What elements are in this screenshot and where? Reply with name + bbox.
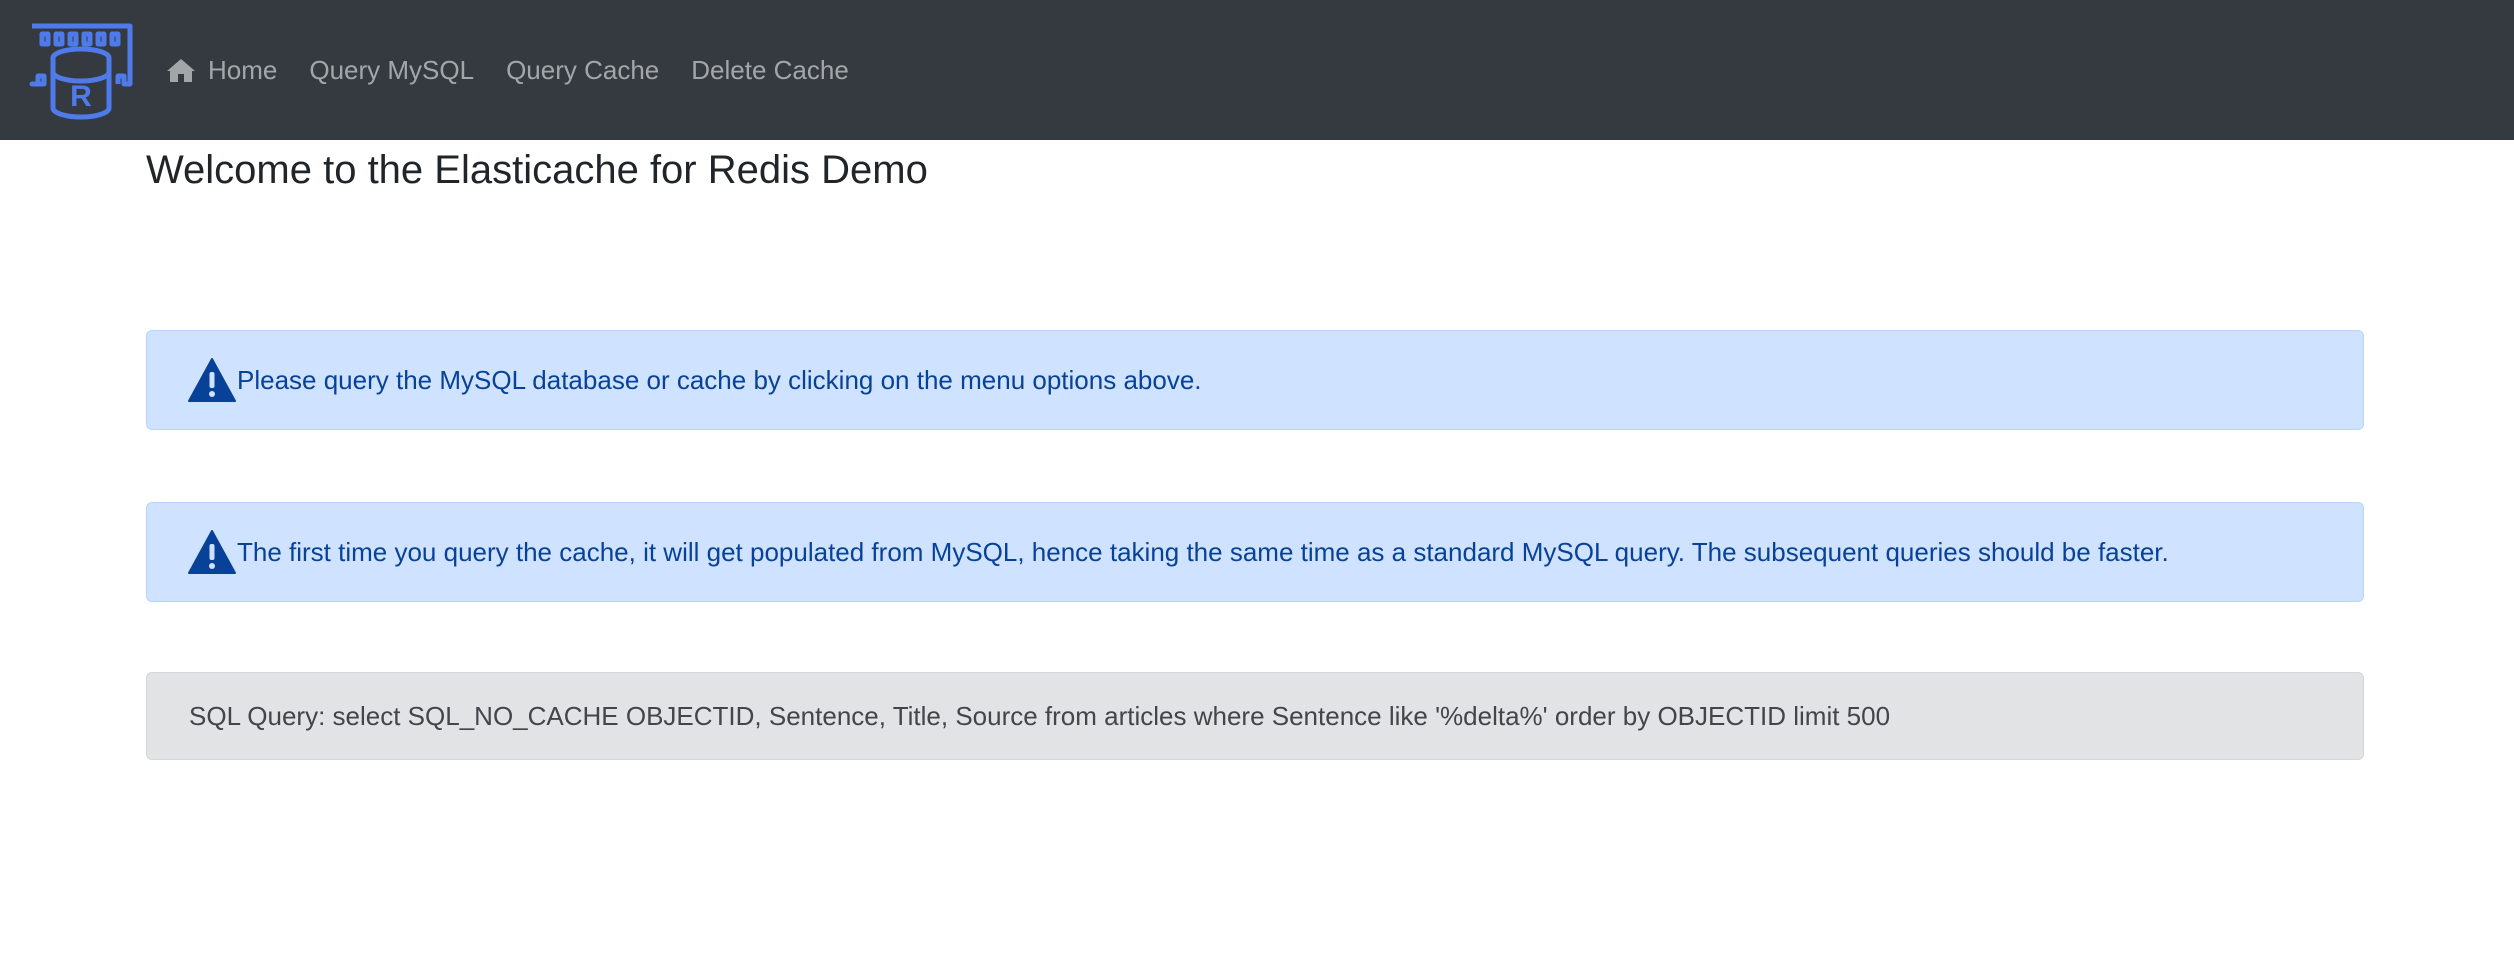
main-nav: Home Query MySQL Query Cache Delete Cach…: [166, 0, 881, 140]
nav-item-label: Delete Cache: [691, 54, 849, 85]
info-alert: The first time you query the cache, it w…: [146, 502, 2364, 602]
nav-item-home[interactable]: Home: [166, 55, 277, 86]
warning-icon: [188, 530, 236, 574]
page-title: Welcome to the Elasticache for Redis Dem…: [146, 148, 928, 192]
info-alert: Please query the MySQL database or cache…: [146, 330, 2364, 430]
redis-database-icon[interactable]: R: [28, 22, 134, 120]
sql-query-box: SQL Query: select SQL_NO_CACHE OBJECTID,…: [146, 672, 2364, 760]
alert-text: The first time you query the cache, it w…: [237, 536, 2169, 567]
alert-text: Please query the MySQL database or cache…: [237, 364, 1202, 395]
warning-icon: [188, 358, 236, 402]
navbar: R Home Query MySQL Query Cache Delete Ca…: [0, 0, 2514, 140]
nav-item-label: Home: [208, 54, 278, 85]
nav-item-label: Query Cache: [506, 54, 660, 85]
nav-item-query-cache[interactable]: Query Cache: [506, 55, 659, 86]
nav-item-query-mysql[interactable]: Query MySQL: [309, 55, 474, 86]
sql-query-text: SQL Query: select SQL_NO_CACHE OBJECTID,…: [189, 700, 1891, 731]
nav-item-delete-cache[interactable]: Delete Cache: [691, 55, 849, 86]
logo-letter: R: [70, 80, 92, 113]
nav-item-label: Query MySQL: [309, 54, 475, 85]
home-icon: [167, 59, 195, 82]
